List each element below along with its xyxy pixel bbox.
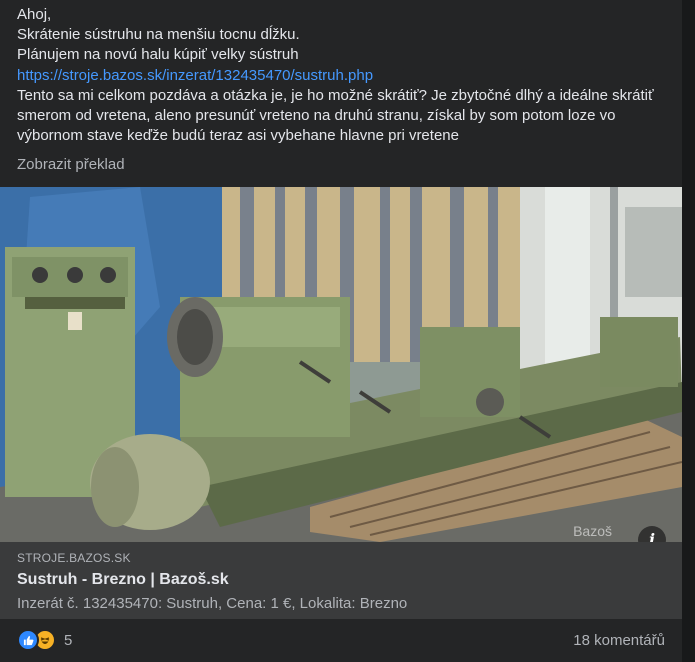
post-line: Tento sa mi celkom pozdáva a otázka je, … <box>17 86 654 104</box>
post-line: Skrátenie sústruhu na menšiu tocnu dĺžku… <box>17 26 300 44</box>
like-icon <box>17 629 39 651</box>
reaction-count: 5 <box>64 631 73 649</box>
link-title[interactable]: Sustruh - Brezno | Bazoš.sk <box>17 571 229 589</box>
post-line: Ahoj, <box>17 6 52 23</box>
comments-count-link[interactable]: 18 komentářů <box>573 632 665 649</box>
post-photo[interactable]: Bazoš <box>0 187 682 542</box>
lathe-photo-illustration <box>0 187 682 542</box>
post-line: výbornom stave keďže budú teraz asi vybe… <box>17 127 459 145</box>
post-card: Ahoj, Skrátenie sústruhu na menšiu tocnu… <box>0 0 682 662</box>
photo-watermark: Bazoš <box>573 523 612 539</box>
link-domain: STROJE.BAZOS.SK <box>17 551 131 565</box>
post-line: Plánujem na novú halu kúpiť velky sústru… <box>17 46 299 64</box>
link-description: Inzerát č. 132435470: Sustruh, Cena: 1 €… <box>17 595 408 612</box>
post-line: smerom od vretena, aleno presunúť vreten… <box>17 107 616 125</box>
reactions-summary[interactable]: 5 <box>17 629 72 651</box>
post-link[interactable]: https://stroje.bazos.sk/inzerat/13243547… <box>17 67 373 84</box>
link-preview-card[interactable]: STROJE.BAZOS.SK Sustruh - Brezno | Bazoš… <box>0 542 682 619</box>
translate-link[interactable]: Zobrazit překlad <box>17 156 125 173</box>
post-text: Ahoj, Skrátenie sústruhu na menšiu tocnu… <box>17 5 667 146</box>
